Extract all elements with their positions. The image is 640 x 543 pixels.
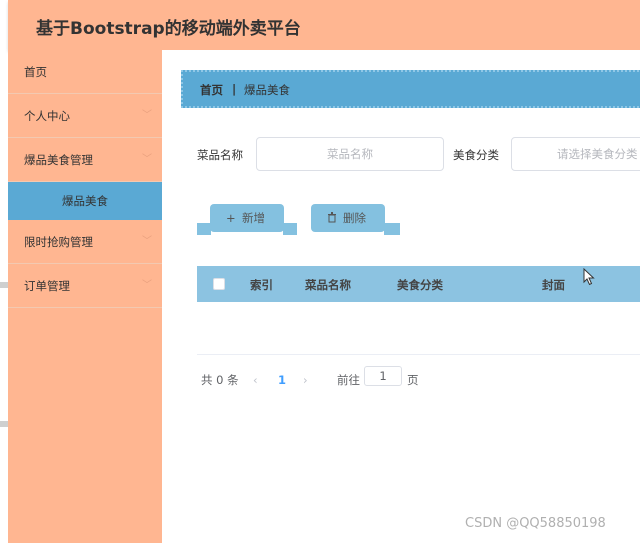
column-header-cover[interactable]: 封面 [542,277,565,293]
left-gutter [0,0,8,543]
watermark: CSDN @QQ58850198 [465,516,606,531]
sidebar-item-label: 订单管理 [24,279,70,293]
sidebar-subitem-food[interactable]: 爆品美食 [8,182,162,220]
prev-page-icon[interactable]: ‹ [253,370,258,390]
breadcrumb: 首页 | 爆品美食 [181,70,640,108]
sidebar: 首页 个人中心 ﹀ 爆品美食管理 ﹀ 爆品美食 限时抢购管理 ﹀ 订单管理 ﹀ [8,50,162,543]
sidebar-item-label: 爆品美食管理 [24,153,93,167]
delete-button[interactable]: 删除 [311,204,385,232]
sidebar-item-label: 限时抢购管理 [24,235,93,249]
sidebar-item-profile[interactable]: 个人中心 ﹀ [8,94,162,138]
next-page-icon[interactable]: › [303,370,308,390]
sidebar-item-flash-sale[interactable]: 限时抢购管理 ﹀ [8,220,162,264]
goto-prefix: 前往 [337,373,360,387]
sidebar-item-orders[interactable]: 订单管理 ﹀ [8,264,162,308]
food-category-select[interactable]: 请选择美食分类 [511,137,640,171]
app-title: 基于Bootstrap的移动端外卖平台 [36,19,301,39]
page: 基于Bootstrap的移动端外卖平台 首页 个人中心 ﹀ 爆品美食管理 ﹀ 爆… [0,0,640,543]
plus-icon: + [226,211,236,225]
breadcrumb-current: 爆品美食 [244,83,290,97]
chevron-down-icon: ﹀ [142,110,152,121]
chevron-down-icon: ﹀ [142,280,152,291]
dish-name-label: 菜品名称 [197,148,243,162]
pagination-page-1[interactable]: 1 [278,370,286,390]
add-button-label: 新增 [242,211,265,225]
button-tail [283,223,297,235]
sidebar-item-label: 首页 [24,65,47,79]
goto-suffix: 页 [407,373,419,387]
delete-button-label: 删除 [343,211,366,225]
select-all-checkbox[interactable] [213,278,225,290]
gutter-mark [0,282,8,288]
sidebar-item-label: 个人中心 [24,109,70,123]
column-header-category[interactable]: 美食分类 [397,277,443,293]
app-header: 基于Bootstrap的移动端外卖平台 [8,0,640,50]
chevron-down-icon: ﹀ [142,154,152,165]
goto-page-input[interactable]: 1 [364,366,402,386]
mouse-cursor-icon [583,268,595,286]
add-button[interactable]: + 新增 [210,204,284,232]
column-header-dish-name[interactable]: 菜品名称 [305,277,351,293]
column-header-index[interactable]: 索引 [250,277,273,293]
breadcrumb-separator: | [232,82,237,96]
trash-icon [327,204,337,232]
food-category-label: 美食分类 [453,148,499,162]
gutter-mark [0,421,8,427]
table-bottom-border [197,354,640,355]
table-header: 索引 菜品名称 美食分类 封面 [197,266,640,302]
button-tail [197,223,211,235]
button-tail [384,223,400,235]
dish-name-input[interactable]: 菜品名称 [256,137,444,171]
sidebar-item-food-management[interactable]: 爆品美食管理 ﹀ [8,138,162,182]
sidebar-item-label: 爆品美食 [62,194,108,208]
pagination-total: 共 0 条 [201,373,239,387]
breadcrumb-home[interactable]: 首页 [200,82,223,98]
chevron-down-icon: ﹀ [142,236,152,247]
sidebar-item-home[interactable]: 首页 [8,50,162,94]
main-content: 首页 | 爆品美食 菜品名称 菜品名称 美食分类 请选择美食分类 + 新增 删除… [162,50,640,543]
